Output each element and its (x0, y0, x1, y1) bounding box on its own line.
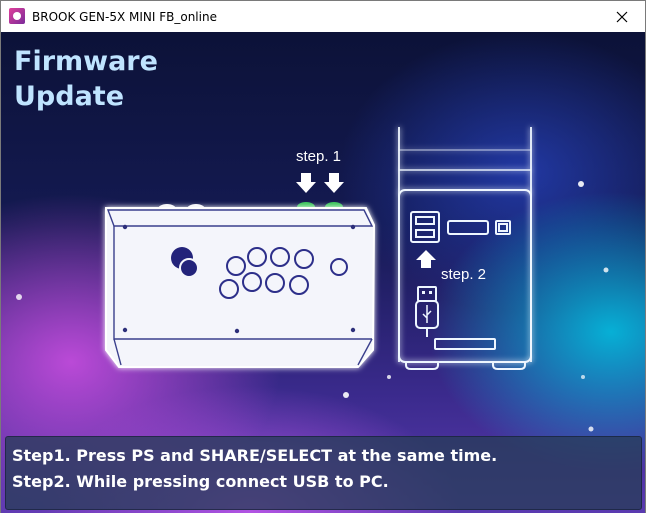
step2-label: step. 2 (441, 266, 487, 283)
app-icon (9, 8, 25, 24)
instruction-step1: Step1. Press PS and SHARE/SELECT at the … (12, 446, 498, 465)
firmware-update-panel: Firmware Update step. 1 step. 2 Step1. P… (1, 32, 645, 513)
window-title: BROOK GEN-5X MINI FB_online (32, 10, 217, 24)
app-window: BROOK GEN-5X MINI FB_online Firmware Upd… (0, 0, 646, 513)
instructions-panel: Step1. Press PS and SHARE/SELECT at the … (5, 436, 642, 510)
close-button[interactable] (599, 1, 645, 32)
close-icon (616, 11, 628, 22)
instruction-step2: Step2. While pressing connect USB to PC. (12, 472, 389, 491)
title-bar[interactable]: BROOK GEN-5X MINI FB_online (1, 1, 645, 32)
